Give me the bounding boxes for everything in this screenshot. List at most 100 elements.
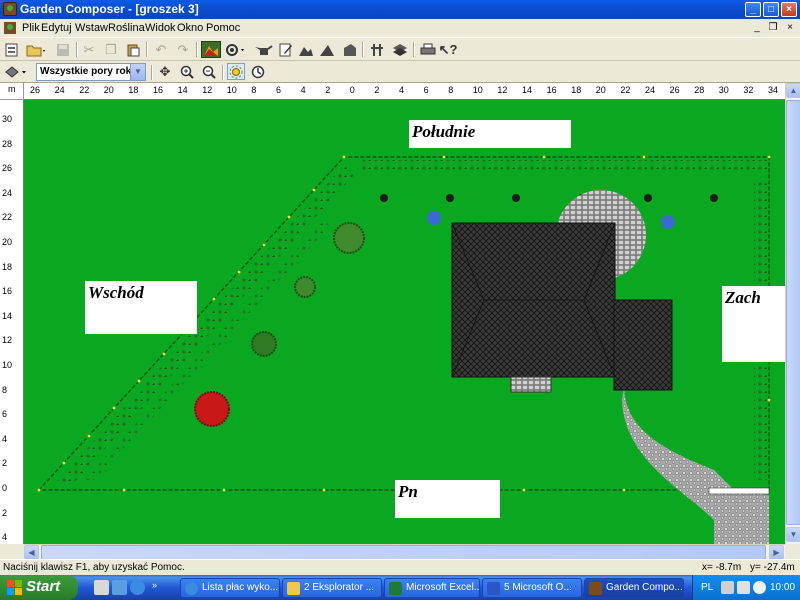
save-icon[interactable] xyxy=(54,41,72,58)
redo-icon[interactable]: ↷ xyxy=(174,41,192,58)
vertical-scroll-thumb[interactable] xyxy=(786,100,800,525)
ruler-tick-label: 22 xyxy=(620,85,631,95)
plant-wheel-icon[interactable] xyxy=(224,41,246,58)
tray-volume-icon[interactable] xyxy=(753,581,766,594)
open-folder-icon[interactable] xyxy=(24,41,48,58)
mdi-close-button[interactable]: × xyxy=(783,22,797,34)
chevron-down-icon[interactable]: ▼ xyxy=(130,64,145,80)
tree xyxy=(294,276,316,298)
system-tray: PL 10:00 xyxy=(692,575,800,600)
timeline-icon[interactable] xyxy=(249,63,267,80)
ie-quicklaunch-icon[interactable] xyxy=(130,580,145,595)
season-select-value: Wszystkie pory roku xyxy=(40,66,138,77)
horizontal-scroll-thumb[interactable] xyxy=(41,545,766,560)
label-west[interactable]: Zach xyxy=(722,286,785,362)
view-mode-icon[interactable] xyxy=(3,63,29,80)
tray-network-icon[interactable] xyxy=(737,581,750,594)
context-help-icon[interactable]: ↖? xyxy=(439,41,458,58)
undo-icon[interactable]: ↶ xyxy=(152,41,170,58)
title-bar[interactable]: Garden Composer - [groszek 3] _ □ × xyxy=(0,0,800,19)
scroll-right-button[interactable]: ▶ xyxy=(769,545,784,560)
print-icon[interactable] xyxy=(419,41,437,58)
cut-icon[interactable]: ✂ xyxy=(80,41,98,58)
task-explorer[interactable]: 2 Eksplorator ... xyxy=(282,578,382,598)
task-garden-composer[interactable]: Garden Compo... xyxy=(584,578,684,598)
document-icon[interactable] xyxy=(3,21,17,35)
season-select[interactable]: Wszystkie pory roku ▼ xyxy=(36,63,146,81)
ruler-tick-label: 8 xyxy=(2,384,8,395)
close-button[interactable]: × xyxy=(781,2,797,17)
task-lista-plac[interactable]: Lista płac wyko... xyxy=(180,578,280,598)
layers-icon[interactable] xyxy=(391,41,409,58)
ruler-tick-label: 16 xyxy=(2,286,13,297)
garden-bed-icon[interactable] xyxy=(201,41,221,58)
outlook-quicklaunch-icon[interactable] xyxy=(94,580,109,595)
view-toolbar: Wszystkie pory roku ▼ ✥ xyxy=(0,61,800,83)
ruler-tick-label: 12 xyxy=(202,85,213,95)
ruler-tick-label: 2 xyxy=(2,458,8,469)
horizontal-scrollbar[interactable]: ◀ ▶ xyxy=(24,544,785,560)
scroll-left-button[interactable]: ◀ xyxy=(24,545,39,560)
excel-icon xyxy=(389,582,402,595)
menu-insert[interactable]: Wstaw xyxy=(75,22,108,34)
garden-plan-canvas[interactable]: Południe Wschód Zach Pn xyxy=(24,100,785,544)
menu-window[interactable]: Okno xyxy=(177,22,203,34)
garden-tools-icon[interactable] xyxy=(368,41,386,58)
menu-view[interactable]: Widok xyxy=(145,22,176,34)
mdi-restore-button[interactable]: ❐ xyxy=(766,22,780,34)
copy-icon[interactable]: ❐ xyxy=(102,41,120,58)
horizontal-ruler: 26 24 22 20 18 16 14 12 10 8 6 4 2 0 2 4 6 8 10 12 14 16 18 20 2… xyxy=(24,83,785,100)
mdi-minimize-button[interactable]: _ xyxy=(750,22,764,34)
shrub-row xyxy=(380,194,718,202)
ruler-tick-label: 14 xyxy=(2,310,13,321)
edit-note-icon[interactable] xyxy=(277,41,295,58)
label-north[interactable]: Pn xyxy=(395,480,500,518)
menu-plant[interactable]: Roślina xyxy=(108,22,145,34)
watering-can-icon[interactable] xyxy=(253,41,275,58)
vertical-scrollbar[interactable]: ▲ ▼ xyxy=(785,83,800,544)
ruler-tick-label: 10 xyxy=(472,85,483,95)
ruler-tick-label: 8 xyxy=(251,85,257,95)
folder-icon xyxy=(287,582,300,595)
language-indicator[interactable]: PL xyxy=(701,582,713,593)
ruler-tick-label: 30 xyxy=(718,85,729,95)
scroll-up-button[interactable]: ▲ xyxy=(786,83,800,98)
status-y-coordinate: y= -27.4m xyxy=(750,562,795,573)
paste-icon[interactable] xyxy=(124,41,142,58)
scroll-down-button[interactable]: ▼ xyxy=(786,527,800,542)
status-bar: Naciśnij klawisz F1, aby uzyskać Pomoc. … xyxy=(0,559,800,575)
task-word[interactable]: 5 Microsoft O... xyxy=(482,578,582,598)
sun-view-icon[interactable] xyxy=(227,63,245,80)
minimize-button[interactable]: _ xyxy=(745,2,761,17)
label-east[interactable]: Wschód xyxy=(85,281,197,334)
new-document-icon[interactable] xyxy=(3,41,21,58)
ruler-tick-label: 4 xyxy=(2,433,8,444)
start-button[interactable]: Start xyxy=(0,575,78,600)
zoom-out-icon[interactable] xyxy=(200,63,218,80)
clock[interactable]: 10:00 xyxy=(770,582,795,593)
ruler-tick-label: 2 xyxy=(325,85,331,95)
app-icon[interactable] xyxy=(3,2,17,16)
ruler-tick-label: 26 xyxy=(669,85,680,95)
shape-icon[interactable] xyxy=(341,41,359,58)
menu-edit[interactable]: Edytuj xyxy=(41,22,72,34)
move-tool-icon[interactable]: ✥ xyxy=(156,63,174,80)
red-shrub xyxy=(194,391,230,427)
menu-file[interactable]: Plik xyxy=(22,22,40,34)
quicklaunch-more-icon[interactable]: » xyxy=(152,580,157,590)
zoom-in-icon[interactable] xyxy=(178,63,196,80)
maximize-button[interactable]: □ xyxy=(763,2,779,17)
ruler-tick-label: 30 xyxy=(2,114,13,124)
task-excel[interactable]: Microsoft Excel... xyxy=(384,578,480,598)
tree xyxy=(333,222,365,254)
label-south[interactable]: Południe xyxy=(409,120,571,148)
menu-help[interactable]: Pomoc xyxy=(206,22,240,34)
tray-app-icon[interactable] xyxy=(721,581,734,594)
ruler-tick-label: 12 xyxy=(2,335,13,346)
toolbar-separator xyxy=(146,42,148,57)
ruler-tick-label: 14 xyxy=(522,85,533,95)
hill-icon[interactable] xyxy=(318,41,336,58)
terrain-icon[interactable] xyxy=(297,41,315,58)
ruler-tick-label: 0 xyxy=(349,85,355,95)
show-desktop-icon[interactable] xyxy=(112,580,127,595)
